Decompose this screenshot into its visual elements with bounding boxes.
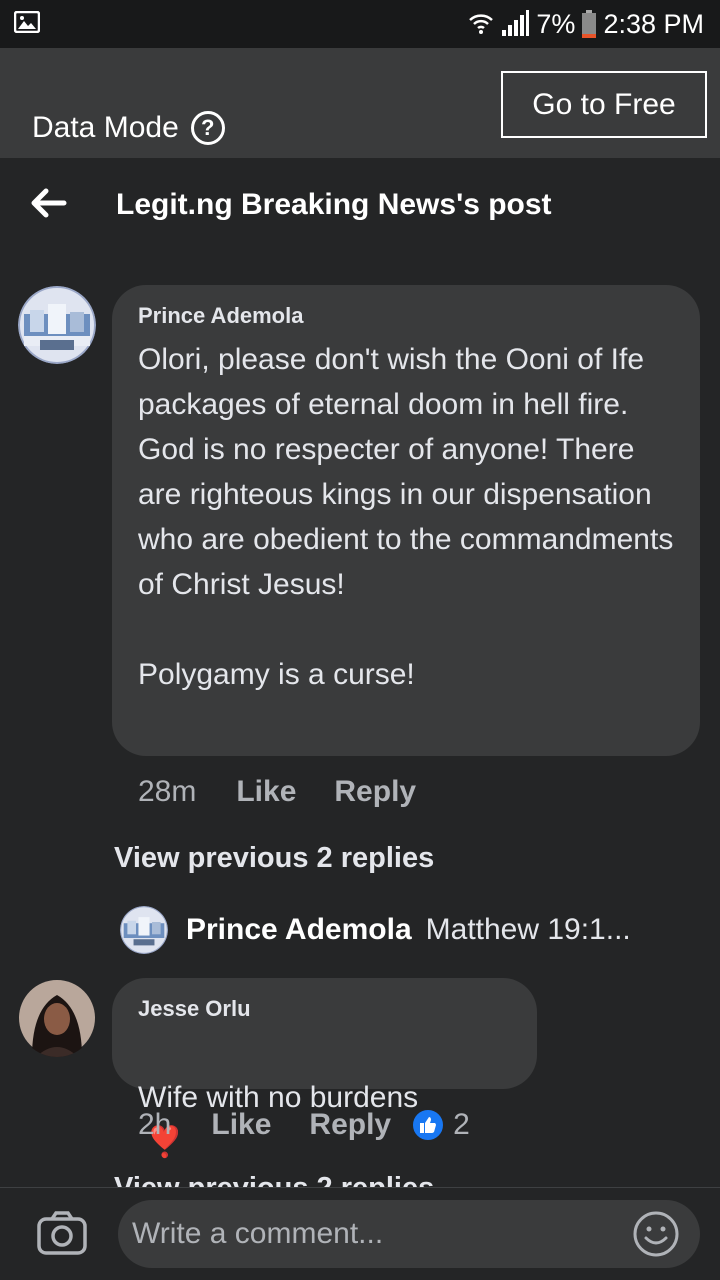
reply-preview[interactable]: Prince Ademola Matthew 19:1...	[120, 906, 631, 954]
view-previous-replies-link[interactable]: View previous 2 replies	[114, 842, 434, 875]
reply-text: Matthew 19:1...	[425, 913, 631, 946]
avatar[interactable]	[18, 979, 96, 1057]
comment-compose-bar	[0, 1187, 720, 1280]
data-mode-label-group[interactable]: Data Mode ?	[32, 111, 225, 145]
avatar[interactable]	[18, 286, 96, 364]
battery-percentage: 7%	[536, 8, 576, 39]
data-mode-label: Data Mode	[32, 111, 179, 144]
comment-text: Olori, please don't wish the Ooni of Ife…	[138, 343, 674, 691]
reaction-count[interactable]: 2	[453, 1108, 470, 1142]
like-button[interactable]: Like	[236, 775, 296, 809]
like-reaction-icon[interactable]	[411, 1108, 446, 1142]
avatar-image	[19, 980, 95, 1057]
comment-bubble[interactable]: Jesse Orlu Wife with no burdens ❣️	[112, 978, 537, 1159]
comment-actions: 2h Like Reply 2	[138, 1105, 470, 1145]
reply-button[interactable]: Reply	[309, 1108, 391, 1142]
battery-icon	[582, 10, 597, 38]
back-arrow-icon[interactable]	[28, 183, 68, 223]
clock: 2:38 PM	[603, 8, 704, 39]
comment-actions: 28m Like Reply	[138, 772, 416, 812]
avatar-image	[120, 906, 168, 954]
status-bar: 7% 2:38 PM	[0, 0, 720, 48]
wifi-icon	[469, 14, 494, 34]
like-button[interactable]: Like	[211, 1108, 271, 1142]
go-to-free-button[interactable]: Go to Free	[501, 71, 707, 138]
help-icon[interactable]: ?	[190, 111, 225, 145]
avatar-image	[18, 286, 96, 364]
data-mode-bar: Data Mode ? Go to Free	[0, 48, 720, 158]
thumbs-up-icon	[420, 1117, 437, 1133]
view-previous-replies-link[interactable]: View previous 2 replies	[114, 1172, 434, 1188]
comment-time: 28m	[138, 775, 197, 808]
image-icon	[14, 11, 40, 33]
comment-time: 2h	[138, 1108, 172, 1141]
comment-input[interactable]	[118, 1200, 700, 1268]
camera-icon[interactable]	[36, 1210, 88, 1256]
signal-icon	[502, 10, 530, 36]
comment-author[interactable]: Jesse Orlu	[138, 996, 511, 1022]
comment-author[interactable]: Prince Ademola	[138, 303, 674, 329]
avatar	[120, 906, 168, 954]
page-title: Legit.ng Breaking News's post	[116, 188, 552, 221]
reply-author: Prince Ademola	[186, 913, 412, 946]
emoji-icon[interactable]	[632, 1210, 680, 1258]
post-header: Legit.ng Breaking News's post	[0, 158, 720, 254]
comment-bubble[interactable]: Prince Ademola Olori, please don't wish …	[112, 285, 700, 756]
reply-button[interactable]: Reply	[334, 775, 416, 809]
